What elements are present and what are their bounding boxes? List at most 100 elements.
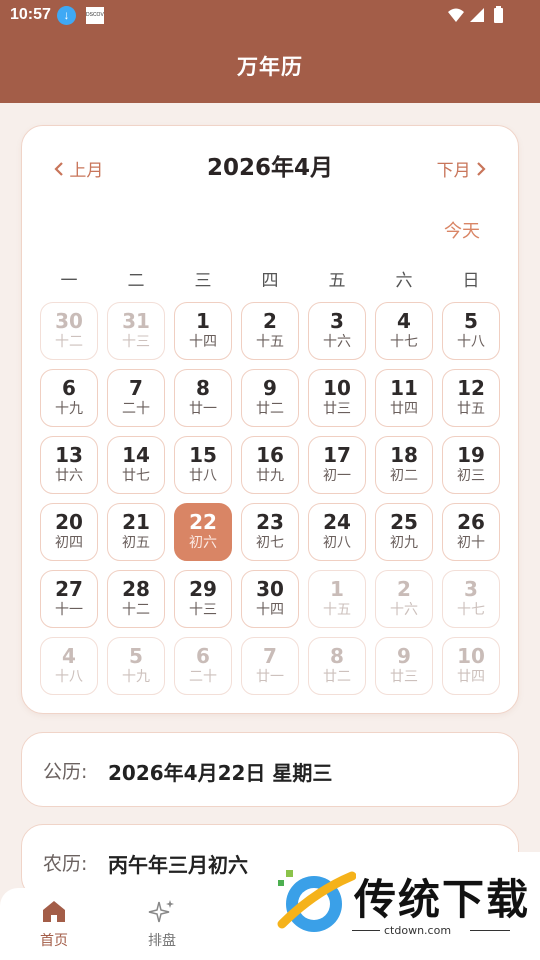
day-number: 22	[189, 510, 217, 534]
watermark-url: ctdown.com	[384, 924, 452, 937]
calendar-day[interactable]: 9 廿三	[375, 637, 433, 695]
calendar-day[interactable]: 23 初七	[241, 503, 299, 561]
calendar-day[interactable]: 31 十三	[107, 302, 165, 360]
calendar-day[interactable]: 7 廿一	[241, 637, 299, 695]
day-number: 4	[62, 644, 76, 668]
calendar-day[interactable]: 19 初三	[442, 436, 500, 494]
day-number: 4	[397, 309, 411, 333]
tab-home-label: 首页	[40, 933, 68, 949]
calendar-day[interactable]: 26 初十	[442, 503, 500, 561]
lunar-day: 廿八	[189, 468, 217, 484]
calendar-day[interactable]: 1 十四	[174, 302, 232, 360]
calendar-day[interactable]: 6 十九	[40, 369, 98, 427]
lunar-day: 廿四	[390, 401, 418, 417]
day-number: 30	[55, 309, 83, 333]
calendar-day[interactable]: 3 十七	[442, 570, 500, 628]
day-number: 6	[196, 644, 210, 668]
weekday-label: 四	[261, 271, 279, 291]
calendar-day[interactable]: 24 初八	[308, 503, 366, 561]
lunar-day: 廿五	[457, 401, 485, 417]
lunar-day: 初九	[390, 535, 418, 551]
lunar-day: 廿九	[256, 468, 284, 484]
calendar-day[interactable]: 8 廿二	[308, 637, 366, 695]
day-number: 21	[122, 510, 150, 534]
day-number: 3	[330, 309, 344, 333]
lunar-day: 十九	[122, 669, 150, 685]
battery-icon	[494, 6, 503, 23]
calendar-day[interactable]: 30 十四	[241, 570, 299, 628]
home-icon	[19, 898, 89, 926]
day-number: 16	[256, 443, 284, 467]
calendar-day[interactable]: 10 廿三	[308, 369, 366, 427]
day-number: 1	[330, 577, 344, 601]
tab-paipan-label: 排盘	[148, 933, 176, 949]
sparkle-icon	[127, 898, 197, 926]
today-button[interactable]: 今天	[444, 217, 480, 243]
calendar-day[interactable]: 27 十一	[40, 570, 98, 628]
weekday-label: 一	[60, 271, 78, 291]
lunar-day: 十八	[55, 669, 83, 685]
calendar-day[interactable]: 13 廿六	[40, 436, 98, 494]
lunar-day: 廿二	[323, 669, 351, 685]
lunar-day: 廿一	[189, 401, 217, 417]
lunar-day: 十四	[189, 334, 217, 350]
calendar-day[interactable]: 21 初五	[107, 503, 165, 561]
calendar-day[interactable]: 15 廿八	[174, 436, 232, 494]
calendar-day[interactable]: 25 初九	[375, 503, 433, 561]
next-month-button[interactable]: 下月	[437, 156, 486, 181]
status-time: 10:57	[10, 6, 51, 23]
calendar-day[interactable]: 20 初四	[40, 503, 98, 561]
calendar-day[interactable]: 5 十八	[442, 302, 500, 360]
calendar-day[interactable]: 2 十六	[375, 570, 433, 628]
day-number: 5	[129, 644, 143, 668]
calendar-day[interactable]: 7 二十	[107, 369, 165, 427]
calendar-day-selected[interactable]: 22 初六	[174, 503, 232, 561]
day-number: 14	[122, 443, 150, 467]
calendar-day[interactable]: 3 十六	[308, 302, 366, 360]
page-title: 万年历	[237, 55, 303, 79]
calendar-day[interactable]: 14 廿七	[107, 436, 165, 494]
day-number: 30	[256, 577, 284, 601]
calendar-day[interactable]: 17 初一	[308, 436, 366, 494]
app-notification-icon: DSCOVR	[86, 7, 104, 24]
calendar-day[interactable]: 28 十二	[107, 570, 165, 628]
chevron-right-icon	[476, 161, 486, 181]
wifi-icon	[448, 8, 464, 22]
day-number: 10	[457, 644, 485, 668]
lunar-day: 廿一	[256, 669, 284, 685]
calendar-day[interactable]: 2 十五	[241, 302, 299, 360]
lunar-day: 十七	[457, 602, 485, 618]
day-number: 10	[323, 376, 351, 400]
download-icon: ↓	[57, 6, 76, 25]
lunar-day: 初一	[323, 468, 351, 484]
lunar-day: 廿二	[256, 401, 284, 417]
lunar-day: 十三	[189, 602, 217, 618]
calendar-day[interactable]: 16 廿九	[241, 436, 299, 494]
calendar-day[interactable]: 30 十二	[40, 302, 98, 360]
calendar-day[interactable]: 11 廿四	[375, 369, 433, 427]
tab-home[interactable]: 首页	[19, 898, 89, 950]
calendar-day[interactable]: 10 廿四	[442, 637, 500, 695]
calendar-day[interactable]: 1 十五	[308, 570, 366, 628]
calendar-day[interactable]: 18 初二	[375, 436, 433, 494]
calendar-day[interactable]: 5 十九	[107, 637, 165, 695]
calendar-day[interactable]: 9 廿二	[241, 369, 299, 427]
lunar-day: 初四	[55, 535, 83, 551]
calendar-day[interactable]: 12 廿五	[442, 369, 500, 427]
lunar-day: 廿三	[390, 669, 418, 685]
calendar-day[interactable]: 29 十三	[174, 570, 232, 628]
lunar-day: 廿六	[55, 468, 83, 484]
day-number: 29	[189, 577, 217, 601]
day-number: 18	[390, 443, 418, 467]
day-number: 5	[464, 309, 478, 333]
watermark-text: 传统下载	[354, 875, 531, 924]
calendar-day[interactable]: 4 十七	[375, 302, 433, 360]
calendar-day[interactable]: 6 二十	[174, 637, 232, 695]
tab-paipan[interactable]: 排盘	[127, 898, 197, 950]
day-number: 19	[457, 443, 485, 467]
status-bar: 10:57 ↓ DSCOVR	[0, 0, 540, 32]
lunar-day: 廿七	[122, 468, 150, 484]
calendar-day[interactable]: 8 廿一	[174, 369, 232, 427]
lunar-day: 十六	[323, 334, 351, 350]
calendar-day[interactable]: 4 十八	[40, 637, 98, 695]
